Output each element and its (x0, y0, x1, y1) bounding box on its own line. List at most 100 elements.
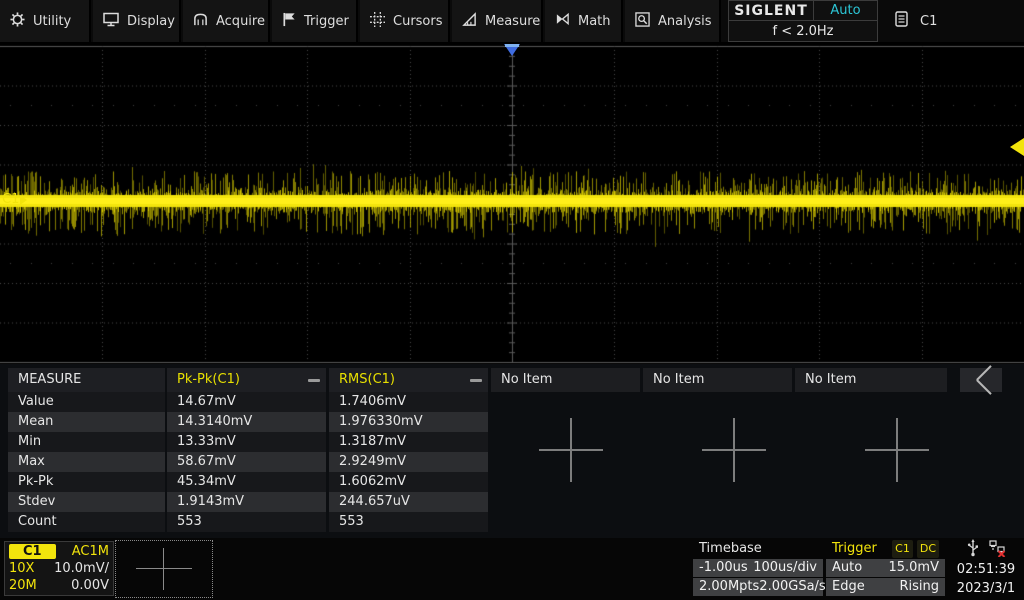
top-menu-bar: Utility Display Acquire Trigger Cursors … (0, 0, 1024, 42)
remove-measurement-icon[interactable] (470, 379, 482, 382)
add-measurement-placeholder[interactable] (539, 418, 603, 482)
stat-value: 1.976330mV (329, 412, 488, 432)
trigger-coupling-badge: DC (917, 540, 939, 558)
system-time: 02:51:39 (948, 560, 1024, 579)
add-channel-plus-icon (136, 548, 192, 590)
stat-label: Max (8, 452, 165, 472)
channel1-offset: 0.00V (71, 577, 109, 594)
lan-disconnected-icon (989, 540, 1006, 561)
frequency-readout: f < 2.0Hz (728, 20, 878, 42)
stat-value: 1.3187mV (329, 432, 488, 452)
menu-label: Measure (485, 14, 540, 29)
stat-label: Stdev (8, 492, 165, 512)
stat-value: 1.9143mV (167, 492, 326, 512)
oscilloscope-screen: Utility Display Acquire Trigger Cursors … (0, 0, 1024, 600)
measure-column-rms[interactable]: RMS(C1) (329, 368, 488, 392)
measure-column-label: Pk-Pk(C1) (177, 372, 240, 387)
bowtie-icon (555, 12, 570, 30)
trigger-level-marker[interactable] (1010, 138, 1024, 156)
stat-value: 244.657uV (329, 492, 488, 512)
gear-icon (10, 12, 25, 31)
trigger-title: Trigger (832, 540, 877, 558)
trigger-info-box[interactable]: Trigger C1 DC Auto 15.0mV Edge Rising (826, 540, 945, 596)
siglent-logo: SIGLENT (728, 0, 814, 21)
stat-value: 14.3140mV (167, 412, 326, 432)
system-status-box: 02:51:39 2023/3/1 (948, 540, 1024, 598)
timebase-delay: -1.00us (699, 559, 748, 577)
stat-value: 13.33mV (167, 432, 326, 452)
trigger-mode: Auto (832, 559, 862, 577)
brand-status-box: SIGLENT Auto f < 2.0Hz (728, 0, 878, 42)
usb-icon (967, 539, 979, 561)
channel1-coupling: AC1M (72, 543, 109, 560)
measure-column-pkpk[interactable]: Pk-Pk(C1) (167, 368, 326, 392)
bottom-status-bar: C1 AC1M 10X 10.0mV/ 20M 0.00V Timebase -… (0, 538, 1024, 600)
trigger-type: Edge (832, 578, 865, 596)
timebase-samplerate: 2.00GSa/s (759, 578, 825, 596)
channel-marker-arrow-icon (20, 195, 27, 205)
measure-column-label: RMS(C1) (339, 372, 395, 387)
menu-trigger[interactable]: Trigger (272, 0, 358, 42)
close-measure-panel-button[interactable] (960, 368, 1002, 392)
menu-analysis[interactable]: Analysis (625, 0, 721, 42)
timebase-info-box[interactable]: Timebase -1.00us 100us/div 2.00Mpts 2.00… (693, 540, 823, 596)
menu-label: Math (578, 14, 611, 29)
active-channel-label: C1 (920, 14, 937, 29)
timebase-scale: 100us/div (753, 559, 817, 577)
menu-label: Analysis (658, 14, 712, 29)
waveform-canvas[interactable] (0, 42, 1024, 364)
menu-label: Utility (33, 14, 71, 29)
menu-utility[interactable]: Utility (0, 0, 91, 42)
menu-cursors[interactable]: Cursors (360, 0, 450, 42)
waveform-display-area: C1 (0, 42, 1024, 364)
menu-math[interactable]: Math (545, 0, 623, 42)
ruler-icon (462, 12, 477, 31)
stat-value: 45.34mV (167, 472, 326, 492)
channel1-probe: 10X (9, 560, 34, 577)
add-measurement-placeholder[interactable] (702, 418, 766, 482)
crosshatch-icon (370, 12, 385, 31)
flag-icon (282, 12, 296, 31)
menu-acquire[interactable]: Acquire (183, 0, 270, 42)
monitor-icon (103, 12, 119, 31)
menu-label: Acquire (216, 14, 265, 29)
stat-label: Value (8, 392, 165, 412)
measure-column-empty-2[interactable]: No Item (643, 368, 792, 392)
measure-panel-title: MEASURE (8, 368, 165, 392)
timebase-points: 2.00Mpts (699, 578, 759, 596)
menu-label: Trigger (304, 14, 349, 29)
stat-value: 58.67mV (167, 452, 326, 472)
trigger-level: 15.0mV (888, 559, 939, 577)
acquisition-mode-badge[interactable]: Auto (813, 0, 878, 21)
menu-measure[interactable]: Measure (452, 0, 543, 42)
arch-icon (193, 12, 208, 31)
add-measurement-placeholder[interactable] (865, 418, 929, 482)
stat-value: 1.7406mV (329, 392, 488, 412)
channel-marker-label: C1 (2, 192, 19, 207)
stat-value: 2.9249mV (329, 452, 488, 472)
stat-label: Count (8, 512, 165, 532)
stat-value: 1.6062mV (329, 472, 488, 492)
menu-list-icon (895, 11, 908, 31)
system-date: 2023/3/1 (948, 579, 1024, 598)
channel1-bandwidth: 20M (9, 577, 37, 594)
measure-panel: MEASURE Pk-Pk(C1) RMS(C1) No Item No Ite… (0, 364, 1024, 538)
remove-measurement-icon[interactable] (308, 379, 320, 382)
trigger-slope: Rising (899, 578, 939, 596)
channel1-badge: C1 (9, 544, 56, 559)
add-channel-box[interactable] (115, 540, 213, 598)
measure-column-empty-3[interactable]: No Item (795, 368, 947, 392)
stat-label: Pk-Pk (8, 472, 165, 492)
menu-display[interactable]: Display (93, 0, 181, 42)
measure-column-empty-1[interactable]: No Item (491, 368, 640, 392)
channel-zero-level-marker[interactable]: C1 (2, 192, 27, 207)
channel1-info-box[interactable]: C1 AC1M 10X 10.0mV/ 20M 0.00V (4, 541, 114, 596)
stat-label: Min (8, 432, 165, 452)
trigger-position-marker[interactable] (504, 44, 520, 56)
stat-value: 14.67mV (167, 392, 326, 412)
menu-label: Cursors (393, 14, 443, 29)
channel1-scale: 10.0mV/ (54, 560, 109, 577)
stat-value: 553 (167, 512, 326, 532)
active-channel-indicator[interactable]: C1 (895, 0, 937, 42)
magnifier-icon (635, 12, 650, 31)
